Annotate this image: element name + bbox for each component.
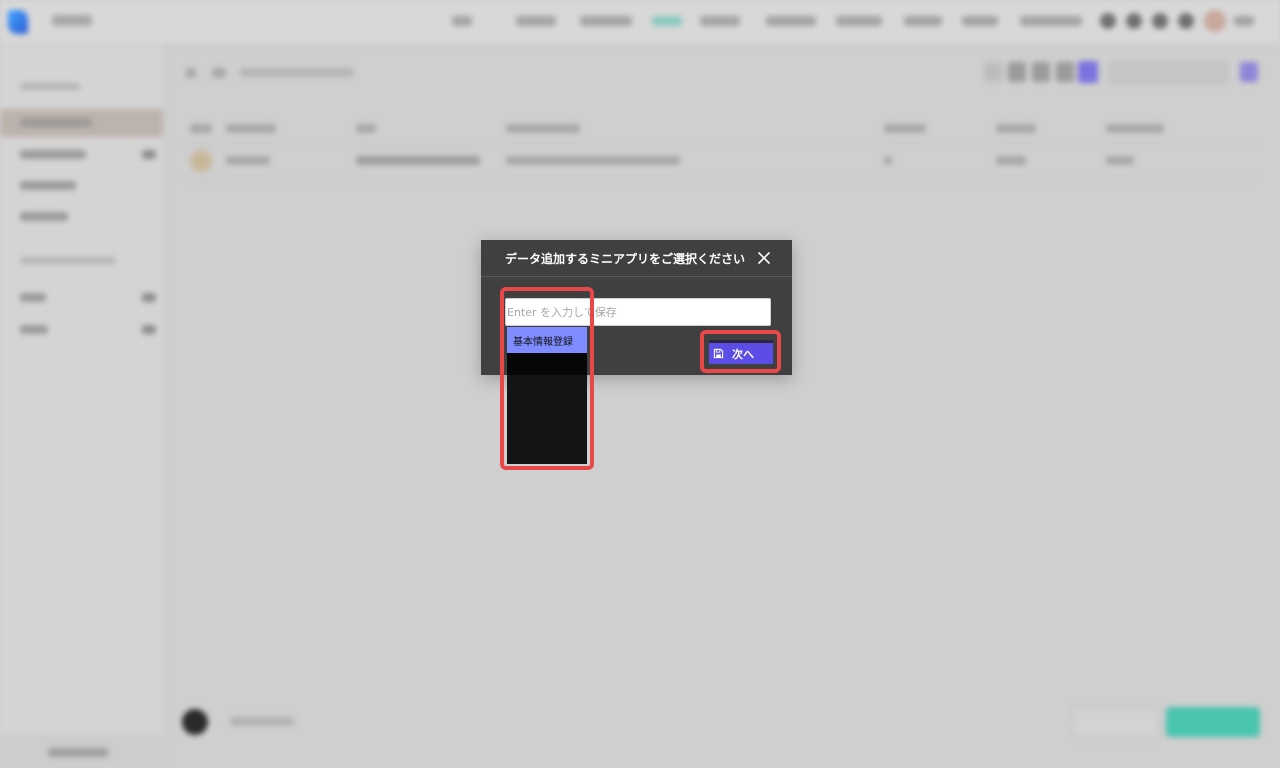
sidebar-item: [20, 150, 86, 159]
nav-item: [836, 16, 882, 26]
top-icon: [1178, 13, 1194, 29]
table-row-avatar: [190, 150, 212, 172]
app-name-placeholder: [52, 15, 92, 26]
next-button[interactable]: 次へ: [709, 340, 773, 364]
user-name-placeholder: [1234, 16, 1254, 26]
background-app: [0, 0, 1280, 768]
dialog-header: データ追加するミニアプリをご選択ください: [481, 240, 792, 277]
table-row-cell: [506, 156, 680, 165]
view-select-placeholder: [1110, 62, 1228, 84]
nav-item: [580, 16, 632, 26]
top-icon: [1100, 13, 1116, 29]
dropdown-empty-area: [507, 353, 587, 375]
toolbar-button: [1240, 62, 1258, 82]
sidebar-section-heading: [20, 257, 116, 264]
nav-item: [452, 16, 472, 26]
bottom-primary-button: [1166, 707, 1260, 737]
top-navigation-bar: [0, 0, 1280, 45]
table-header-cell: [1106, 124, 1164, 133]
avatar: [1204, 10, 1226, 32]
table-row-cell: [884, 156, 892, 165]
mini-app-search-input[interactable]: [505, 298, 771, 326]
mini-app-dropdown: 基本情報登録: [507, 327, 587, 464]
sidebar-item: [20, 325, 48, 334]
table-header-cell: [506, 124, 580, 133]
top-icon: [1126, 13, 1142, 29]
dropdown-option-label: 基本情報登録: [513, 336, 573, 348]
sidebar-item: [20, 212, 68, 221]
table-divider: [186, 144, 1256, 145]
nav-item: [1020, 16, 1082, 26]
table-header-cell: [884, 124, 926, 133]
table-header-cell: [356, 124, 376, 133]
save-icon: [713, 348, 724, 359]
toolbar-button-active: [1078, 61, 1098, 83]
toolbar-button: [984, 62, 1002, 82]
breadcrumb-placeholder: [240, 68, 354, 77]
table-row-cell: [996, 156, 1026, 165]
table-row-actions: [356, 156, 480, 165]
sidebar-item: [20, 181, 76, 190]
sidebar: [0, 45, 165, 768]
table-row-cell: [226, 156, 270, 165]
back-icon: [186, 68, 196, 78]
toolbar-button: [1032, 62, 1050, 82]
sidebar-footer-text: [48, 748, 108, 757]
app-logo: [8, 10, 28, 34]
dropdown-option[interactable]: 基本情報登録: [507, 327, 587, 353]
dialog-title: データ追加するミニアプリをご選択ください: [505, 252, 746, 266]
nav-item: [962, 16, 998, 26]
sidebar-item: [20, 118, 92, 127]
table-header-cell: [996, 124, 1036, 133]
table-header-cell: [226, 124, 276, 133]
sidebar-footer: [0, 737, 163, 768]
close-icon[interactable]: [758, 252, 770, 264]
nav-item: [516, 16, 556, 26]
toolbar-button: [1056, 62, 1074, 82]
bottom-outline-button: [1072, 707, 1160, 739]
next-button-label: 次へ: [732, 347, 754, 361]
table-divider: [186, 178, 1256, 179]
table-header-cell: [190, 124, 212, 133]
sidebar-item: [20, 293, 46, 302]
bottom-avatar: [182, 709, 208, 735]
toolbar-button: [1008, 62, 1026, 82]
sidebar-badge: [142, 325, 156, 334]
sidebar-badge: [142, 293, 156, 302]
nav-item: [700, 16, 740, 26]
nav-item: [904, 16, 942, 26]
nav-item-active: [652, 16, 682, 26]
sidebar-section-heading: [20, 83, 80, 90]
top-icon: [1152, 13, 1168, 29]
nav-item: [766, 16, 816, 26]
bottom-text-placeholder: [230, 717, 294, 726]
folder-icon: [212, 68, 226, 78]
sidebar-badge: [142, 150, 156, 159]
table-row-cell: [1106, 156, 1134, 165]
